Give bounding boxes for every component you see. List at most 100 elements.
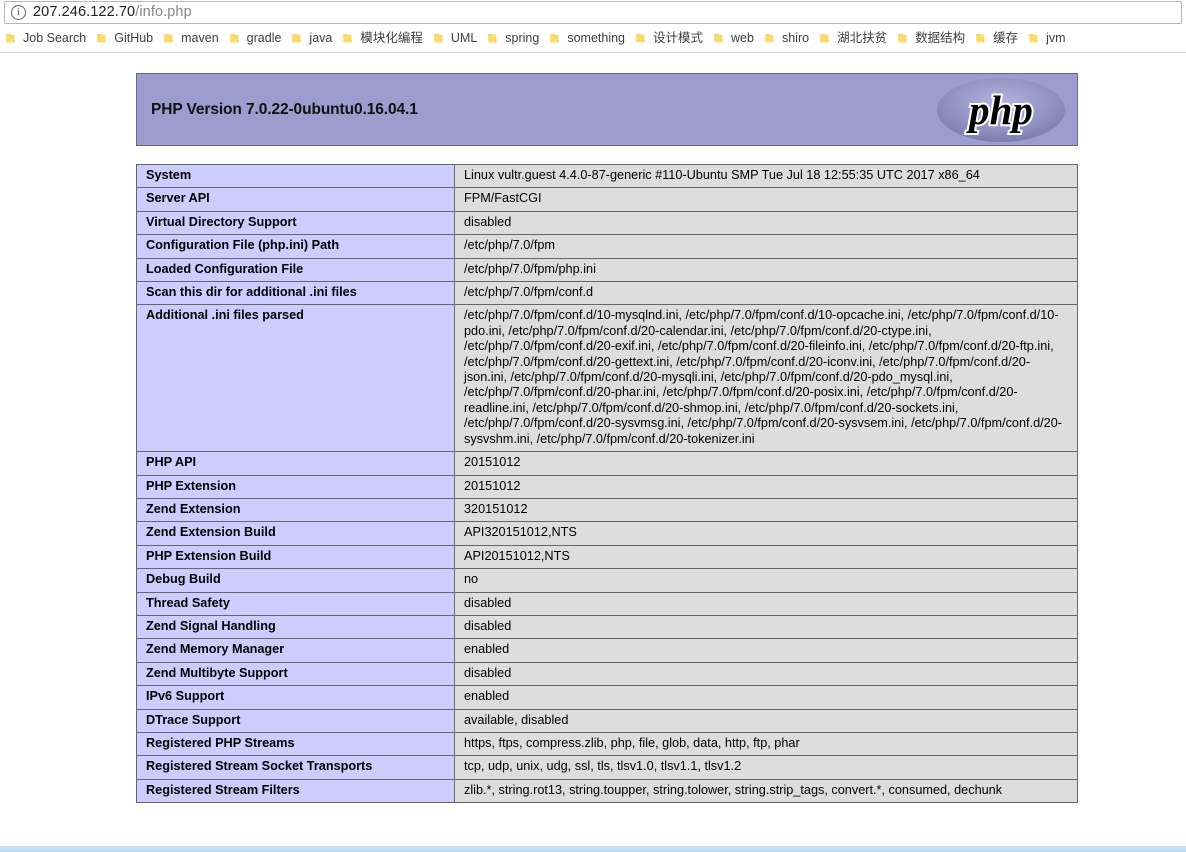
bookmarks-bar: Job Search GitHub maven gradle java 模块化编程 UML s… bbox=[0, 25, 1186, 53]
table-cell-value: disabled bbox=[455, 662, 1078, 685]
table-cell-value: 320151012 bbox=[455, 498, 1078, 521]
bookmark-label: maven bbox=[181, 32, 219, 45]
table-cell-key: PHP Extension bbox=[137, 475, 455, 498]
table-cell-key: Zend Multibyte Support bbox=[137, 662, 455, 685]
page-title: PHP Version 7.0.22-0ubuntu0.16.04.1 bbox=[151, 101, 418, 119]
bookmark-item[interactable]: maven bbox=[159, 28, 225, 50]
bookmark-label: gradle bbox=[247, 32, 282, 45]
bookmark-label: 模块化编程 bbox=[360, 32, 423, 45]
bookmark-label: Job Search bbox=[23, 32, 86, 45]
table-cell-key: Virtual Directory Support bbox=[137, 211, 455, 234]
bookmark-item[interactable]: 模块化编程 bbox=[338, 28, 429, 50]
taskbar-strip bbox=[0, 846, 1186, 852]
folder-icon bbox=[229, 32, 242, 45]
table-row: Scan this dir for additional .ini files/… bbox=[137, 282, 1078, 305]
bookmark-label: spring bbox=[505, 32, 539, 45]
table-row: PHP Extension BuildAPI20151012,NTS bbox=[137, 545, 1078, 568]
folder-icon bbox=[5, 32, 18, 45]
table-cell-key: Additional .ini files parsed bbox=[137, 305, 455, 452]
bookmark-item[interactable]: spring bbox=[483, 28, 545, 50]
folder-icon bbox=[635, 32, 648, 45]
bookmark-item[interactable]: 数据结构 bbox=[893, 28, 971, 50]
bookmark-item[interactable]: UML bbox=[429, 28, 483, 50]
table-cell-value: tcp, udp, unix, udg, ssl, tls, tlsv1.0, … bbox=[455, 756, 1078, 779]
table-cell-key: Loaded Configuration File bbox=[137, 258, 455, 281]
table-row: Registered Stream Filterszlib.*, string.… bbox=[137, 779, 1078, 802]
table-cell-value: disabled bbox=[455, 592, 1078, 615]
table-row: Zend Signal Handlingdisabled bbox=[137, 615, 1078, 638]
table-cell-key: Configuration File (php.ini) Path bbox=[137, 235, 455, 258]
bookmark-item[interactable]: something bbox=[545, 28, 631, 50]
table-row: Debug Buildno bbox=[137, 569, 1078, 592]
folder-icon bbox=[713, 32, 726, 45]
omnibox-row: i 207.246.122.70/info.php bbox=[0, 0, 1186, 25]
table-row: Additional .ini files parsed/etc/php/7.0… bbox=[137, 305, 1078, 452]
url-text: 207.246.122.70/info.php bbox=[33, 4, 192, 20]
table-cell-value: enabled bbox=[455, 686, 1078, 709]
table-row: Registered Stream Socket Transportstcp, … bbox=[137, 756, 1078, 779]
php-logo-icon: php bbox=[935, 77, 1067, 143]
table-row: Server APIFPM/FastCGI bbox=[137, 188, 1078, 211]
folder-icon bbox=[1028, 32, 1041, 45]
phpinfo-table: SystemLinux vultr.guest 4.4.0-87-generic… bbox=[136, 164, 1078, 803]
phpinfo-document: PHP Version 7.0.22-0ubuntu0.16.04.1 php … bbox=[136, 53, 1078, 803]
table-cell-key: Debug Build bbox=[137, 569, 455, 592]
table-cell-value: 20151012 bbox=[455, 475, 1078, 498]
bookmark-item[interactable]: 设计模式 bbox=[631, 28, 709, 50]
table-row: SystemLinux vultr.guest 4.4.0-87-generic… bbox=[137, 165, 1078, 188]
table-row: Configuration File (php.ini) Path/etc/ph… bbox=[137, 235, 1078, 258]
svg-text:php: php bbox=[966, 87, 1033, 133]
folder-icon bbox=[342, 32, 355, 45]
address-bar[interactable]: i 207.246.122.70/info.php bbox=[4, 1, 1182, 24]
table-cell-key: System bbox=[137, 165, 455, 188]
bookmark-item[interactable]: shiro bbox=[760, 28, 815, 50]
bookmark-item[interactable]: GitHub bbox=[92, 28, 159, 50]
table-cell-key: DTrace Support bbox=[137, 709, 455, 732]
bookmark-label: GitHub bbox=[114, 32, 153, 45]
table-cell-value: Linux vultr.guest 4.4.0-87-generic #110-… bbox=[455, 165, 1078, 188]
table-row: Loaded Configuration File/etc/php/7.0/fp… bbox=[137, 258, 1078, 281]
bookmark-item[interactable]: 缓存 bbox=[971, 28, 1024, 50]
table-cell-key: Zend Memory Manager bbox=[137, 639, 455, 662]
table-row: Thread Safetydisabled bbox=[137, 592, 1078, 615]
table-cell-value: /etc/php/7.0/fpm bbox=[455, 235, 1078, 258]
table-row: Zend Memory Managerenabled bbox=[137, 639, 1078, 662]
folder-icon bbox=[819, 32, 832, 45]
page-content: PHP Version 7.0.22-0ubuntu0.16.04.1 php … bbox=[0, 53, 1186, 852]
url-path: /info.php bbox=[135, 4, 192, 20]
folder-icon bbox=[291, 32, 304, 45]
url-host: 207.246.122.70 bbox=[33, 4, 135, 20]
table-cell-key: Server API bbox=[137, 188, 455, 211]
folder-icon bbox=[433, 32, 446, 45]
table-cell-value: no bbox=[455, 569, 1078, 592]
bookmark-label: java bbox=[309, 32, 332, 45]
table-cell-key: Scan this dir for additional .ini files bbox=[137, 282, 455, 305]
table-row: Registered PHP Streamshttps, ftps, compr… bbox=[137, 732, 1078, 755]
table-cell-key: Zend Extension Build bbox=[137, 522, 455, 545]
table-cell-value: /etc/php/7.0/fpm/conf.d/10-mysqlnd.ini, … bbox=[455, 305, 1078, 452]
bookmark-item[interactable]: gradle bbox=[225, 28, 288, 50]
table-cell-value: FPM/FastCGI bbox=[455, 188, 1078, 211]
folder-icon bbox=[487, 32, 500, 45]
bookmark-label: web bbox=[731, 32, 754, 45]
table-cell-value: /etc/php/7.0/fpm/conf.d bbox=[455, 282, 1078, 305]
table-row: IPv6 Supportenabled bbox=[137, 686, 1078, 709]
bookmark-item[interactable]: Job Search bbox=[1, 28, 92, 50]
phpinfo-table-body: SystemLinux vultr.guest 4.4.0-87-generic… bbox=[137, 165, 1078, 803]
bookmark-item[interactable]: java bbox=[287, 28, 338, 50]
bookmark-label: something bbox=[567, 32, 625, 45]
bookmark-label: 数据结构 bbox=[915, 32, 965, 45]
browser-chrome: i 207.246.122.70/info.php Job Search GitH… bbox=[0, 0, 1186, 53]
bookmark-item[interactable]: web bbox=[709, 28, 760, 50]
table-cell-key: Registered Stream Socket Transports bbox=[137, 756, 455, 779]
table-cell-value: enabled bbox=[455, 639, 1078, 662]
bookmark-item[interactable]: jvm bbox=[1024, 28, 1071, 50]
table-row: Zend Multibyte Supportdisabled bbox=[137, 662, 1078, 685]
table-cell-key: Registered Stream Filters bbox=[137, 779, 455, 802]
folder-icon bbox=[975, 32, 988, 45]
table-cell-value: zlib.*, string.rot13, string.toupper, st… bbox=[455, 779, 1078, 802]
info-circle-icon[interactable]: i bbox=[11, 5, 26, 20]
table-cell-value: https, ftps, compress.zlib, php, file, g… bbox=[455, 732, 1078, 755]
table-cell-value: 20151012 bbox=[455, 452, 1078, 475]
bookmark-item[interactable]: 湖北扶贫 bbox=[815, 28, 893, 50]
